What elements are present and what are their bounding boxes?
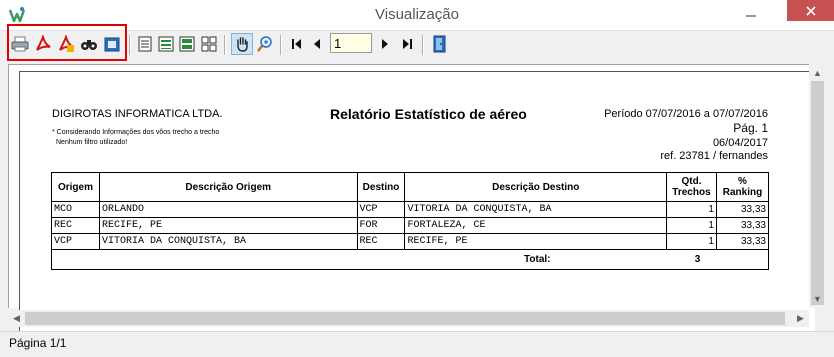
cell-qtd: 1 xyxy=(666,233,717,250)
minimize-icon xyxy=(746,15,756,17)
cell-origem: VCP xyxy=(51,233,100,250)
cell-origem: REC xyxy=(51,217,100,234)
next-page-icon xyxy=(382,39,388,49)
col-header-qtd-line1: Qtd. xyxy=(681,176,702,187)
col-header-origem: Origem xyxy=(51,172,100,202)
vertical-scrollbar[interactable]: ▲ ▼ xyxy=(809,64,826,307)
hand-tool-button[interactable] xyxy=(231,33,253,55)
report-note: * Considerando Informações dos vôos trec… xyxy=(52,129,220,136)
minimize-button[interactable] xyxy=(736,0,766,26)
scroll-left-icon[interactable]: ◀ xyxy=(8,310,25,327)
status-page-count: Página 1/1 xyxy=(9,336,67,350)
total-value: 3 xyxy=(666,249,717,270)
col-header-destino: Destino xyxy=(356,172,406,202)
zoom-button[interactable] xyxy=(255,34,275,54)
table-row: VCP VITORIA DA CONQUISTA, BA REC RECIFE,… xyxy=(51,233,770,250)
table-row: MCO ORLANDO VCP VITORIA DA CONQUISTA, BA… xyxy=(51,201,770,218)
cell-ranking: 33,33 xyxy=(715,233,770,250)
cell-destino: REC xyxy=(356,233,406,250)
toolbar-separator xyxy=(224,35,226,55)
report-filter-note: Nenhum filtro utilizado! xyxy=(56,139,128,146)
close-button[interactable] xyxy=(787,0,834,21)
view-two-pages-button[interactable] xyxy=(177,34,197,54)
report-date: 06/04/2017 xyxy=(712,137,768,149)
cell-desc-destino: VITORIA DA CONQUISTA, BA xyxy=(404,201,667,218)
view-one-page-button[interactable] xyxy=(135,34,155,54)
report-title: Relatório Estatístico de aéreo xyxy=(330,106,527,122)
report-company: DIGIROTAS INFORMATICA LTDA. xyxy=(52,108,223,120)
highlight-frame xyxy=(7,24,127,61)
prev-page-button[interactable] xyxy=(307,34,327,54)
scroll-right-icon[interactable]: ▶ xyxy=(792,310,809,327)
prev-page-icon xyxy=(314,39,320,49)
view-four-pages-button[interactable] xyxy=(199,34,219,54)
view-two-pages-icon xyxy=(179,36,195,52)
report-ref: ref. 23781 / fernandes xyxy=(660,150,768,162)
cell-desc-origem: ORLANDO xyxy=(98,201,358,218)
exit-icon xyxy=(433,35,446,53)
total-label: Total: xyxy=(51,249,667,270)
report-period: Período 07/07/2016 a 07/07/2016 xyxy=(604,108,768,120)
col-header-desc-origem: Descrição Origem xyxy=(98,172,358,202)
window-title: Visualização xyxy=(375,6,459,23)
first-page-icon xyxy=(292,39,301,49)
cell-qtd: 1 xyxy=(666,217,717,234)
exit-button[interactable] xyxy=(430,34,450,54)
report-page-number: Pág. 1 xyxy=(733,121,768,135)
horizontal-scroll-thumb[interactable] xyxy=(25,312,785,325)
cell-origem: MCO xyxy=(51,201,100,218)
cell-ranking: 33,33 xyxy=(715,201,770,218)
last-page-icon xyxy=(403,39,412,49)
cell-desc-destino: RECIFE, PE xyxy=(404,233,667,250)
cell-destino: VCP xyxy=(356,201,406,218)
col-header-ranking-line2: Ranking xyxy=(722,187,763,198)
col-header-ranking-line1: % xyxy=(738,176,747,187)
table-row: REC RECIFE, PE FOR FORTALEZA, CE 1 33,33 xyxy=(51,217,770,234)
page-number-input[interactable] xyxy=(330,33,372,53)
cell-desc-origem: VITORIA DA CONQUISTA, BA xyxy=(98,233,358,250)
view-page-width-icon xyxy=(158,36,174,52)
close-icon xyxy=(805,5,816,16)
scroll-down-icon[interactable]: ▼ xyxy=(809,290,826,307)
col-header-desc-destino: Descrição Destino xyxy=(404,172,667,202)
report-table: Origem Descrição Origem Destino Descriçã… xyxy=(51,172,770,270)
scroll-up-icon[interactable]: ▲ xyxy=(809,64,826,81)
cell-destino: FOR xyxy=(356,217,406,234)
cell-ranking: 33,33 xyxy=(715,217,770,234)
col-header-qtd: Qtd. Trechos xyxy=(666,172,717,202)
view-four-pages-icon xyxy=(201,36,217,52)
toolbar-separator xyxy=(280,35,282,55)
cell-qtd: 1 xyxy=(666,201,717,218)
view-page-width-button[interactable] xyxy=(156,34,176,54)
vertical-scroll-thumb[interactable] xyxy=(811,81,824,305)
next-page-button[interactable] xyxy=(375,34,395,54)
view-one-page-icon xyxy=(138,36,152,52)
col-header-qtd-line2: Trechos xyxy=(672,187,711,198)
cell-desc-destino: FORTALEZA, CE xyxy=(404,217,667,234)
toolbar-separator xyxy=(129,35,131,55)
horizontal-scrollbar[interactable]: ◀ ▶ xyxy=(8,310,809,327)
last-page-button[interactable] xyxy=(397,34,417,54)
table-header-row: Origem Descrição Origem Destino Descriçã… xyxy=(51,172,770,202)
zoom-icon xyxy=(257,36,272,52)
hand-tool-icon xyxy=(237,37,248,52)
col-header-ranking: % Ranking xyxy=(715,172,770,202)
total-empty-cell xyxy=(716,249,770,270)
status-bar: Página 1/1 xyxy=(0,331,834,357)
first-page-button[interactable] xyxy=(287,34,307,54)
cell-desc-origem: RECIFE, PE xyxy=(98,217,358,234)
toolbar-separator xyxy=(422,35,424,55)
table-total-row: Total: 3 xyxy=(51,249,770,270)
